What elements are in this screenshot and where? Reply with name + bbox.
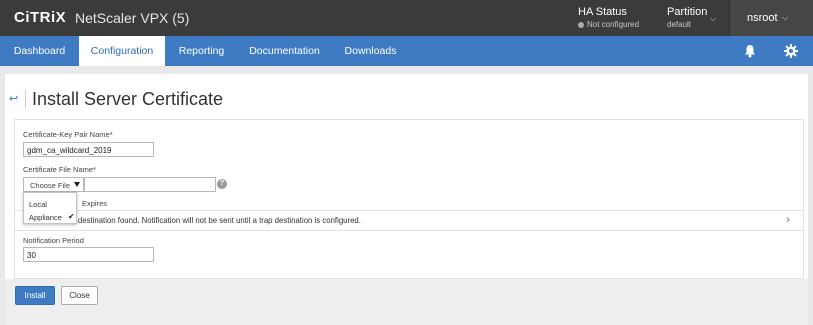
citrix-logo: CiTRiX: [14, 9, 67, 26]
user-name: nsroot: [747, 12, 778, 24]
form-panel: Certificate-Key Pair Name* gdm_ca_wildca…: [14, 119, 804, 279]
ha-status-value: Not configured: [587, 20, 640, 29]
choose-file-label: Choose File: [30, 181, 71, 190]
choose-file-dropdown[interactable]: Choose File: [23, 177, 84, 192]
form-footer: Install Close: [5, 279, 808, 325]
menu-item-local[interactable]: Local: [29, 200, 47, 209]
chevron-down-icon: ⌵: [710, 14, 717, 23]
gear-icon[interactable]: [784, 44, 798, 58]
help-icon[interactable]: ?: [217, 179, 227, 189]
title-divider: [25, 90, 26, 108]
bell-icon[interactable]: [744, 44, 756, 58]
app-title: NetScaler VPX (5): [75, 10, 190, 26]
divider: [15, 230, 803, 231]
install-button[interactable]: Install: [15, 286, 55, 305]
chevron-down-icon: ⌵: [782, 13, 789, 22]
tab-downloads[interactable]: Downloads: [331, 36, 410, 66]
partition-selector[interactable]: Partition default ⌵: [667, 6, 716, 31]
tab-configuration[interactable]: Configuration: [79, 36, 165, 66]
ha-status-label: HA Status: [578, 6, 627, 18]
menu-item-appliance[interactable]: Appliance: [29, 213, 62, 222]
caret-down-icon: [74, 182, 80, 187]
tab-dashboard[interactable]: Dashboard: [0, 36, 79, 66]
content-area: ↩ Install Server Certificate Certificate…: [5, 74, 808, 325]
tab-documentation[interactable]: Documentation: [238, 36, 331, 66]
cert-file-name-input[interactable]: [84, 177, 216, 192]
cert-file-name-label: Certificate File Name*: [23, 165, 96, 174]
close-button[interactable]: Close: [61, 286, 98, 305]
status-dot-icon: [578, 22, 584, 28]
back-icon[interactable]: ↩: [9, 92, 18, 105]
main-nav: Dashboard Configuration Reporting Docume…: [0, 36, 813, 66]
ha-status[interactable]: HA Status Not configured: [578, 6, 639, 31]
top-header: CiTRiX NetScaler VPX (5) HA Status Not c…: [0, 0, 813, 36]
chevron-right-icon[interactable]: ›: [786, 212, 790, 226]
notification-period-label: Notification Period: [23, 236, 84, 245]
user-menu[interactable]: nsroot ⌵: [729, 0, 813, 36]
notice-text: SNMP Trap destination found. Notificatio…: [35, 216, 361, 225]
keypair-name-label: Certificate-Key Pair Name*: [23, 130, 113, 139]
keypair-name-input[interactable]: gdm_ca_wildcard_2019: [23, 142, 154, 157]
check-icon: ✔: [68, 212, 75, 221]
page-title: Install Server Certificate: [32, 89, 224, 109]
tab-reporting[interactable]: Reporting: [165, 36, 238, 66]
choose-file-menu: Local Appliance ✔: [23, 192, 77, 224]
expires-label: Expires: [82, 199, 108, 208]
divider: [15, 210, 803, 211]
partition-value: default: [667, 20, 692, 29]
partition-label: Partition: [667, 6, 708, 18]
notification-period-input[interactable]: 30: [23, 247, 154, 262]
